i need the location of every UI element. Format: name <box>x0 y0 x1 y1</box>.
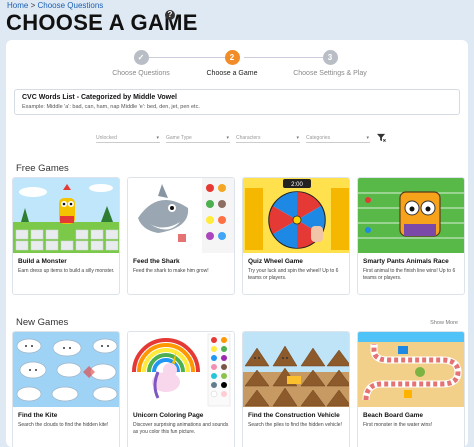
game-name: Find the Construction Vehicle <box>248 412 340 419</box>
filter-game-type[interactable]: Game Type ▾ <box>166 133 230 143</box>
step-label: Choose Settings & Play <box>293 70 367 77</box>
game-name: Unicorn Coloring Page <box>133 412 204 419</box>
step-label: Choose Questions <box>112 70 170 77</box>
question-list-example: Example: Middle 'a': bad, can, ham, nap … <box>22 104 200 110</box>
game-card-quiz-wheel[interactable]: 2:00 Quiz Wheel Game Try your luck and s… <box>242 177 350 295</box>
game-card-find-construction-vehicle[interactable]: Find the Construction Vehicle Search the… <box>242 331 350 447</box>
game-card-smarty-pants-race[interactable]: Smarty Pants Animals Race First animal t… <box>357 177 465 295</box>
help-icon[interactable]: ? <box>165 10 175 20</box>
game-name: Find the Kite <box>18 412 58 419</box>
filter-bar: Unlocked ▾ Game Type ▾ Characters ▾ Categor… <box>6 133 468 149</box>
step-number: 3 <box>322 50 338 65</box>
question-list-title: CVC Words List - Categorized by Middle V… <box>22 94 177 101</box>
smarty-pants-race-thumbnail <box>358 178 464 253</box>
breadcrumb-current-link[interactable]: Choose Questions <box>37 1 103 10</box>
filter-unlocked[interactable]: Unlocked ▾ <box>96 133 160 143</box>
game-description: Search the clouds to find the hidden kit… <box>18 422 109 428</box>
filter-label: Characters <box>236 135 261 141</box>
game-description: Earn dress up items to build a silly mon… <box>18 268 115 274</box>
breadcrumb-home-link[interactable]: Home <box>7 1 28 10</box>
chevron-down-icon: ▾ <box>226 135 229 141</box>
feed-the-shark-thumbnail <box>128 178 234 253</box>
game-card-beach-board-game[interactable]: Beach Board Game First monster in the wa… <box>357 331 465 447</box>
step-choose-game: 2 Choose a Game <box>187 50 277 77</box>
game-card-feed-the-shark[interactable]: Feed the Shark Feed the shark to make hi… <box>127 177 235 295</box>
game-description: Feed the shark to make him grow! <box>133 268 209 274</box>
game-description: First animal to the finish line wins! Up… <box>363 268 456 281</box>
game-card-find-the-kite[interactable]: Find the Kite Search the clouds to find … <box>12 331 120 447</box>
quiz-wheel-thumbnail: 2:00 <box>243 178 349 253</box>
main-panel: ✓ Choose Questions 2 Choose a Game 3 Cho… <box>6 40 468 447</box>
step-choose-questions[interactable]: ✓ Choose Questions <box>96 50 186 77</box>
step-label: Choose a Game <box>206 70 258 77</box>
filter-label: Game Type <box>166 135 192 141</box>
step-choose-settings: 3 Choose Settings & Play <box>280 50 380 77</box>
chevron-down-icon: ▾ <box>156 135 159 141</box>
filter-label: Categories <box>306 135 331 141</box>
chevron-down-icon: ▾ <box>296 135 299 141</box>
game-name: Feed the Shark <box>133 258 180 265</box>
filter-characters[interactable]: Characters ▾ <box>236 133 300 143</box>
show-more-link[interactable]: Show More <box>430 320 458 326</box>
stepper: ✓ Choose Questions 2 Choose a Game 3 Cho… <box>6 50 468 86</box>
find-the-kite-thumbnail <box>13 332 119 407</box>
game-description: Discover surprising animations and sound… <box>133 422 229 435</box>
unicorn-coloring-thumbnail <box>128 332 234 407</box>
game-name: Beach Board Game <box>363 412 423 419</box>
filter-categories[interactable]: Categories ▾ <box>306 133 370 143</box>
game-name: Quiz Wheel Game <box>248 258 303 265</box>
filter-label: Unlocked <box>96 135 117 141</box>
game-card-unicorn-coloring[interactable]: Unicorn Coloring Page Discover surprisin… <box>127 331 235 447</box>
game-name: Smarty Pants Animals Race <box>363 258 449 265</box>
game-description: Try your luck and spin the wheel! Up to … <box>248 268 339 281</box>
game-description: First monster in the water wins! <box>363 422 433 428</box>
free-games-title: Free Games <box>16 163 69 174</box>
filter-funnel-icon[interactable] <box>377 133 386 142</box>
new-games-title: New Games <box>16 317 69 328</box>
beach-board-game-thumbnail <box>358 332 464 407</box>
step-done-icon: ✓ <box>133 50 149 65</box>
build-a-monster-thumbnail <box>13 178 119 253</box>
wheel-timer: 2:00 <box>291 182 303 188</box>
breadcrumb: Home > Choose Questions <box>7 1 103 10</box>
game-card-build-a-monster[interactable]: Build a Monster Earn dress up items to b… <box>12 177 120 295</box>
chevron-down-icon: ▾ <box>366 135 369 141</box>
game-description: Search the piles to find the hidden vehi… <box>248 422 342 428</box>
find-construction-vehicle-thumbnail <box>243 332 349 407</box>
question-list-box[interactable]: CVC Words List - Categorized by Middle V… <box>14 89 460 115</box>
step-number: 2 <box>224 50 240 65</box>
game-name: Build a Monster <box>18 258 67 265</box>
